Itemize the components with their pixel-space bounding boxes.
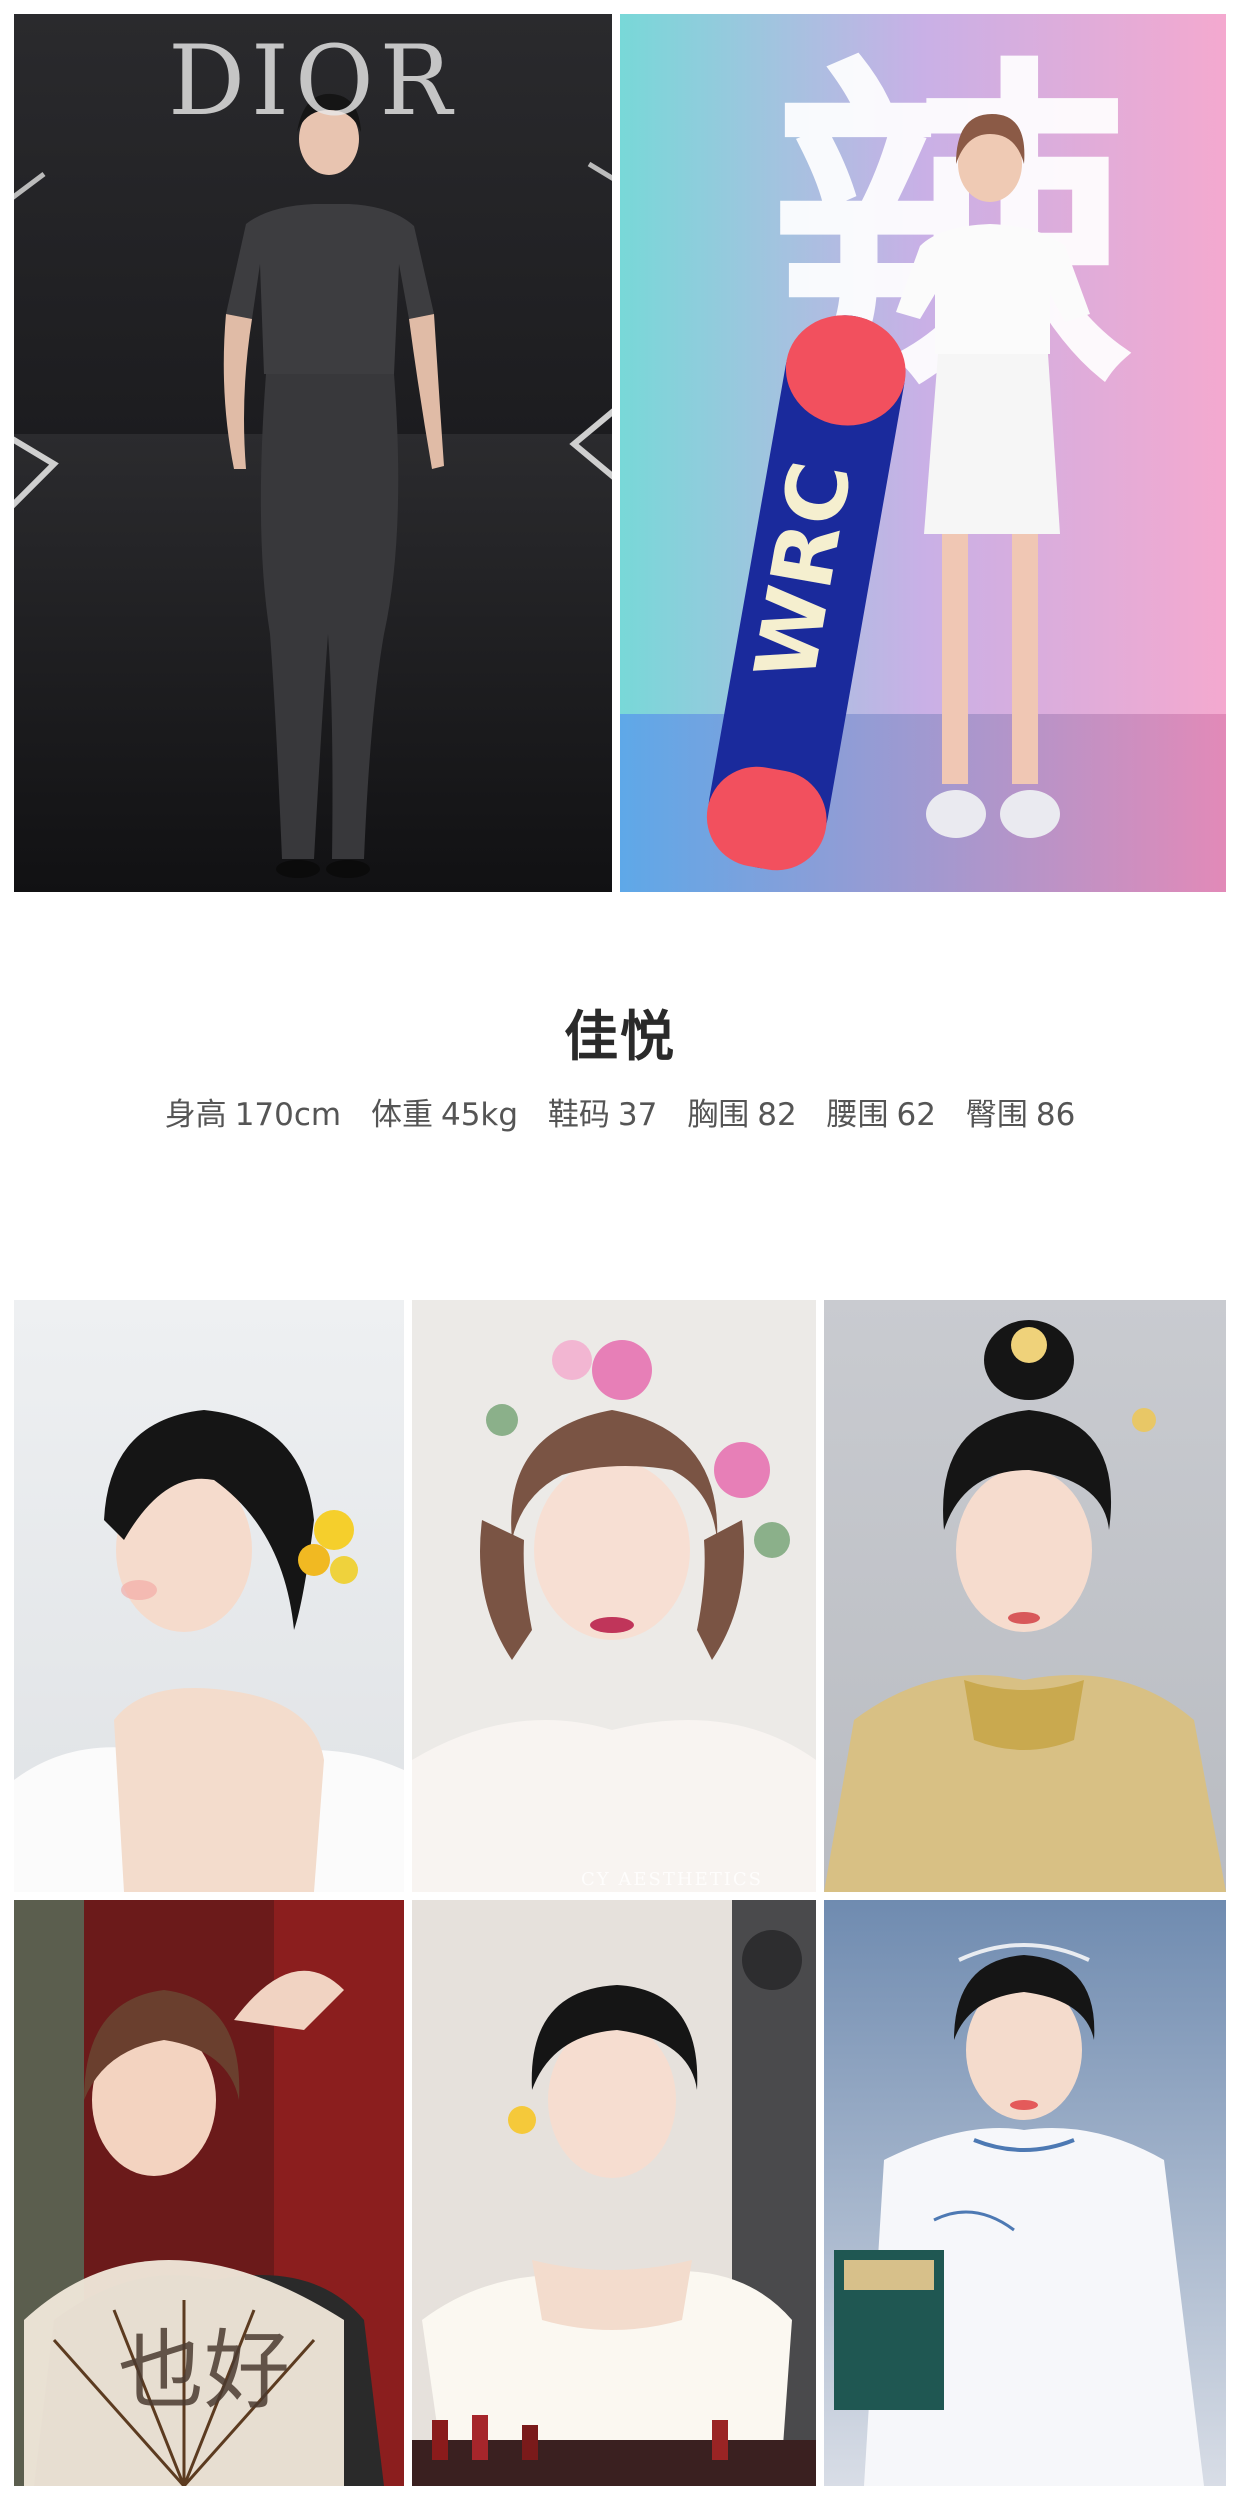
portrait-photo-4[interactable]: 也好 (14, 1900, 404, 2486)
stat-label: 身高 (164, 1097, 227, 1133)
stat-value: 82 (757, 1097, 797, 1133)
stat-label: 臀围 (965, 1097, 1028, 1133)
portrait-photo-1[interactable] (14, 1300, 404, 1892)
stat-label: 腰围 (826, 1097, 889, 1133)
stat-bust: 胸围 82 (687, 1100, 796, 1131)
portrait-image: 也好 (14, 1900, 404, 2486)
stat-value: 37 (617, 1097, 658, 1133)
watermark-text: CY AESTHETICS (581, 1869, 763, 1890)
model-profile: 佳悦 身高 170cm 体重 45kg 鞋码 37 胸围 82 腰围 62 臀围 86 (0, 1010, 1240, 1131)
stat-hips: 臀围 86 (966, 1100, 1075, 1131)
portrait-photo-6[interactable] (824, 1900, 1226, 2486)
model-stats: 身高 170cm 体重 45kg 鞋码 37 胸围 82 腰围 62 臀围 86 (0, 1100, 1240, 1131)
runway-photo[interactable]: DIOR (14, 14, 612, 892)
portrait-photo-3[interactable] (824, 1300, 1226, 1892)
stat-weight: 体重 45kg (371, 1100, 518, 1131)
stat-shoe-size: 鞋码 37 (548, 1100, 657, 1131)
stat-value: 170cm (234, 1097, 342, 1133)
stat-label: 鞋码 (547, 1097, 610, 1133)
portrait-image (824, 1900, 1226, 2486)
portrait-image (14, 1300, 404, 1892)
portrait-photo-5[interactable] (412, 1900, 816, 2486)
stat-label: 胸围 (687, 1097, 750, 1133)
portrait-image (824, 1300, 1226, 1892)
stat-height: 身高 170cm (165, 1100, 341, 1131)
stat-waist: 腰围 62 (827, 1100, 936, 1131)
model-name: 佳悦 (564, 1005, 676, 1068)
snowboard-photo[interactable]: 辣 WRC (620, 14, 1226, 892)
stat-value: 86 (1035, 1097, 1076, 1133)
snowboard-photo-image: 辣 WRC (620, 14, 1226, 892)
stat-value: 45kg (440, 1097, 519, 1133)
stat-value: 62 (896, 1097, 936, 1133)
runway-brand-text: DIOR (168, 25, 458, 137)
runway-photo-image: DIOR (14, 14, 612, 892)
portrait-image: CY AESTHETICS (412, 1300, 816, 1892)
portrait-image (412, 1900, 816, 2486)
stat-label: 体重 (370, 1097, 433, 1133)
fan-calligraphy: 也好 (118, 2321, 290, 2421)
portrait-photo-2[interactable]: CY AESTHETICS (412, 1300, 816, 1892)
